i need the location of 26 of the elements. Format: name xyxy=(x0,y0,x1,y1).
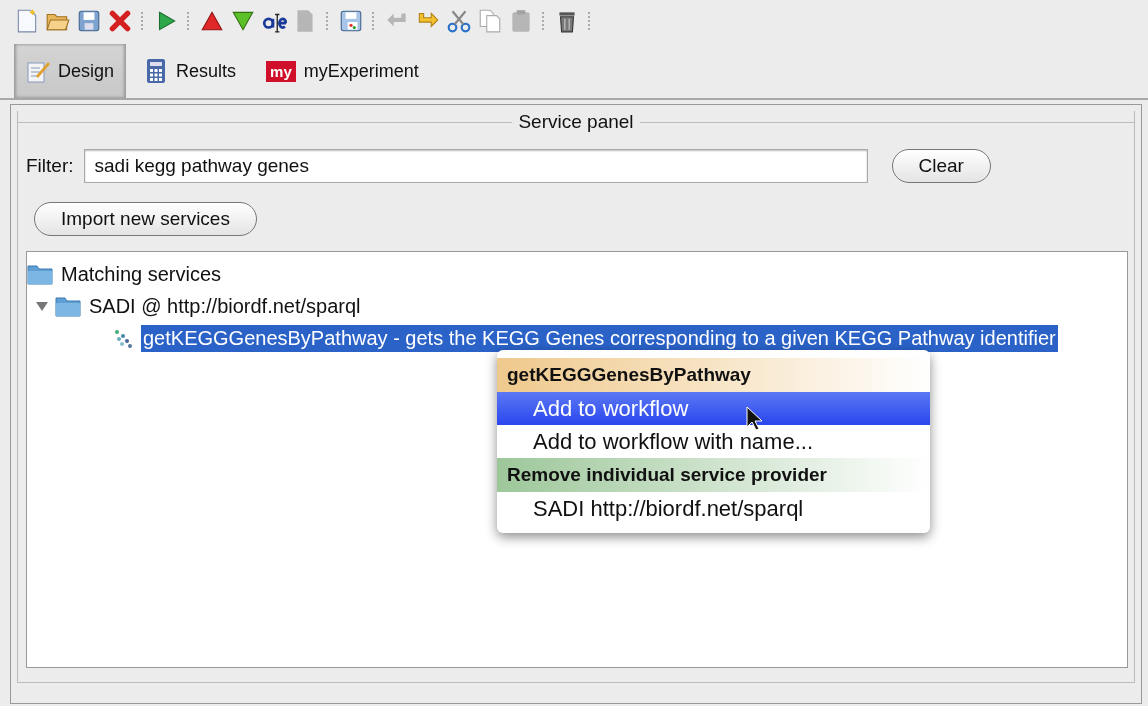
tab[interactable]: Design xyxy=(14,44,127,98)
tab[interactable]: Results xyxy=(132,44,249,98)
copy-icon[interactable] xyxy=(477,8,503,34)
folder-icon xyxy=(27,263,53,285)
menu-item[interactable]: SADI http://biordf.net/sparql xyxy=(497,492,930,525)
expand-triangle-icon[interactable] xyxy=(35,299,49,313)
clear-button[interactable]: Clear xyxy=(891,149,991,183)
panel-title: Service panel xyxy=(518,111,634,133)
tree-item[interactable]: Matching services xyxy=(59,260,224,288)
logo-badge: my xyxy=(266,60,296,82)
cut-icon[interactable] xyxy=(446,8,472,34)
menu-item[interactable]: Add to workflow with name... xyxy=(497,425,930,458)
tab[interactable]: my myExperiment xyxy=(254,44,431,98)
close-icon[interactable] xyxy=(107,8,133,34)
cursor-icon xyxy=(745,406,765,432)
tree-item[interactable]: SADI @ http://biordf.net/sparql xyxy=(87,292,363,320)
filter-label: Filter: xyxy=(26,155,74,177)
import-button[interactable]: Import new services xyxy=(34,202,257,236)
menu-item[interactable]: Add to workflow xyxy=(497,392,930,425)
save-icon[interactable] xyxy=(76,8,102,34)
image-icon[interactable] xyxy=(338,8,364,34)
menu-header: Remove individual service provider xyxy=(497,458,930,492)
filter-field[interactable]: sadi kegg pathway genes xyxy=(83,149,868,183)
folder-icon xyxy=(55,295,81,317)
menu-header: getKEGGGenesByPathway xyxy=(497,358,930,392)
tree-item[interactable]: getKEGGGenesByPathway - gets the KEGG Genes corresponding to a given KEGG Pathway identifier xyxy=(141,324,1058,352)
